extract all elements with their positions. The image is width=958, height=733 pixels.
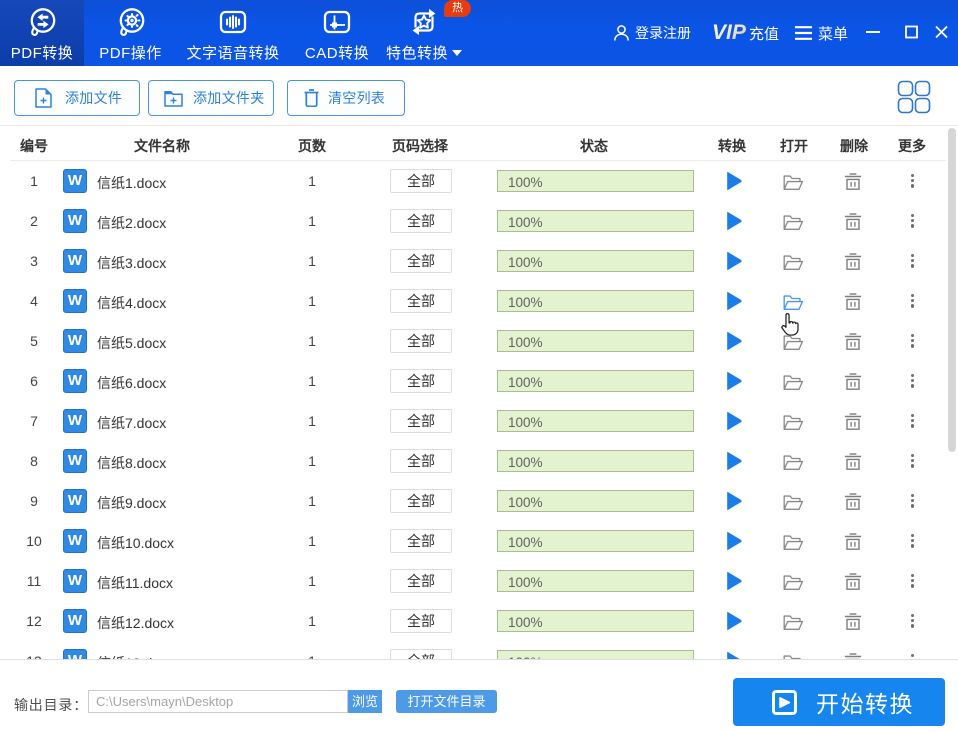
svg-text:VIP: VIP [712, 21, 747, 44]
